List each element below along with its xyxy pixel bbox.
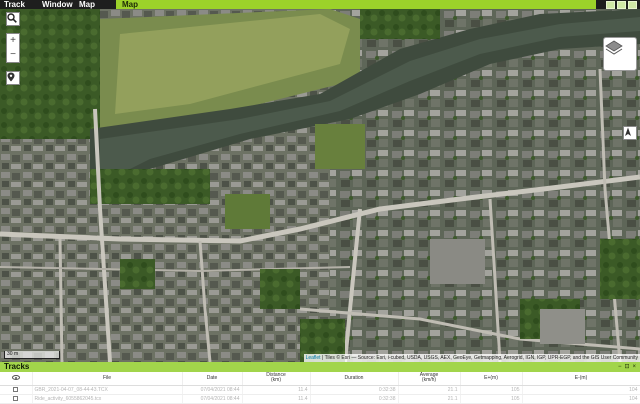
maximize-window-icon[interactable] xyxy=(617,0,626,9)
row-file: Ride_activity_6055862045.tcx xyxy=(32,394,183,404)
visibility-column-header[interactable] xyxy=(0,372,33,386)
column-date[interactable]: Date xyxy=(182,372,243,386)
zoom-in-button[interactable]: + xyxy=(10,36,16,46)
restore-panel-button[interactable]: ⊡ xyxy=(624,362,629,372)
column-distance[interactable]: Distance (km) xyxy=(242,372,311,386)
layers-button[interactable] xyxy=(603,37,637,71)
map-pin-icon xyxy=(7,72,15,82)
tracks-title: Tracks xyxy=(4,362,30,371)
row-distance: 11.4 xyxy=(242,385,311,395)
tracks-table: File Date Distance (km) Duration Average(… xyxy=(0,372,640,404)
tab-map[interactable]: Map xyxy=(116,0,596,9)
layers-icon xyxy=(605,40,623,55)
table-row[interactable]: GBR_2021-04-07_08-44-43.TCX 07/04/2021 0… xyxy=(0,385,640,395)
row-distance: 11.4 xyxy=(242,394,311,404)
compass-icon xyxy=(625,127,631,136)
map-scale-bar: 30 m xyxy=(4,351,60,359)
tile-window-icon[interactable] xyxy=(606,0,615,9)
row-average: 21.1 xyxy=(398,385,461,395)
satellite-map[interactable]: + − 30 m Leaflet | Tiles © Esri — Source… xyxy=(0,9,640,362)
tab-map-label: Map xyxy=(122,0,138,9)
search-icon xyxy=(7,13,17,23)
row-duration: 0:32:38 xyxy=(310,394,399,404)
close-panel-button[interactable]: × xyxy=(632,362,636,372)
row-date: 07/04/2021 08:44 xyxy=(182,394,243,404)
map-search-button[interactable] xyxy=(6,12,20,26)
map-imagery xyxy=(0,9,640,362)
row-e-plus: 105 xyxy=(460,385,523,395)
eye-icon xyxy=(11,375,20,381)
zoom-control: + − xyxy=(6,33,20,63)
zoom-out-button[interactable]: − xyxy=(10,50,16,60)
row-file: GBR_2021-04-07_08-44-43.TCX xyxy=(32,385,183,395)
tracks-panel-controls: − ⊡ × xyxy=(618,362,636,372)
map-attribution: Leaflet | Tiles © Esri — Source: Esri, i… xyxy=(303,354,640,362)
tracks-panel-header: Tracks − ⊡ × xyxy=(0,362,640,372)
row-duration: 0:32:38 xyxy=(310,385,399,395)
column-duration[interactable]: Duration xyxy=(310,372,399,386)
table-header-row: File Date Distance (km) Duration Average(… xyxy=(0,372,640,386)
column-average-unit: (km/h) xyxy=(421,377,437,384)
row-e-minus: 104 xyxy=(522,385,640,395)
leaflet-link[interactable]: Leaflet xyxy=(306,355,321,361)
menu-window[interactable]: Window xyxy=(42,0,73,9)
attribution-text: | Tiles © Esri — Source: Esri, i-cubed, … xyxy=(320,355,638,361)
minimize-panel-button[interactable]: − xyxy=(618,362,622,372)
checkbox[interactable] xyxy=(13,396,19,402)
menu-map[interactable]: Map xyxy=(79,0,95,9)
compass-button[interactable] xyxy=(623,126,637,140)
row-e-plus: 105 xyxy=(460,394,523,404)
window-controls xyxy=(606,0,637,9)
column-file[interactable]: File xyxy=(32,372,183,386)
column-e-plus[interactable]: E+(m) xyxy=(460,372,523,386)
row-visibility-checkbox[interactable] xyxy=(0,385,33,395)
checkbox[interactable] xyxy=(13,386,19,392)
row-average: 21.1 xyxy=(398,394,461,404)
locate-button[interactable] xyxy=(6,71,20,85)
close-window-icon[interactable] xyxy=(628,0,637,9)
column-e-minus[interactable]: E-(m) xyxy=(522,372,640,386)
menu-bar: Track Window Map Map xyxy=(0,0,640,9)
column-distance-unit: (km) xyxy=(271,377,281,384)
menu-track[interactable]: Track xyxy=(4,0,25,9)
row-visibility-checkbox[interactable] xyxy=(0,394,33,404)
row-e-minus: 104 xyxy=(522,394,640,404)
table-row[interactable]: Ride_activity_6055862045.tcx 07/04/2021 … xyxy=(0,394,640,404)
row-date: 07/04/2021 08:44 xyxy=(182,385,243,395)
column-average[interactable]: Average (km/h) xyxy=(398,372,461,386)
